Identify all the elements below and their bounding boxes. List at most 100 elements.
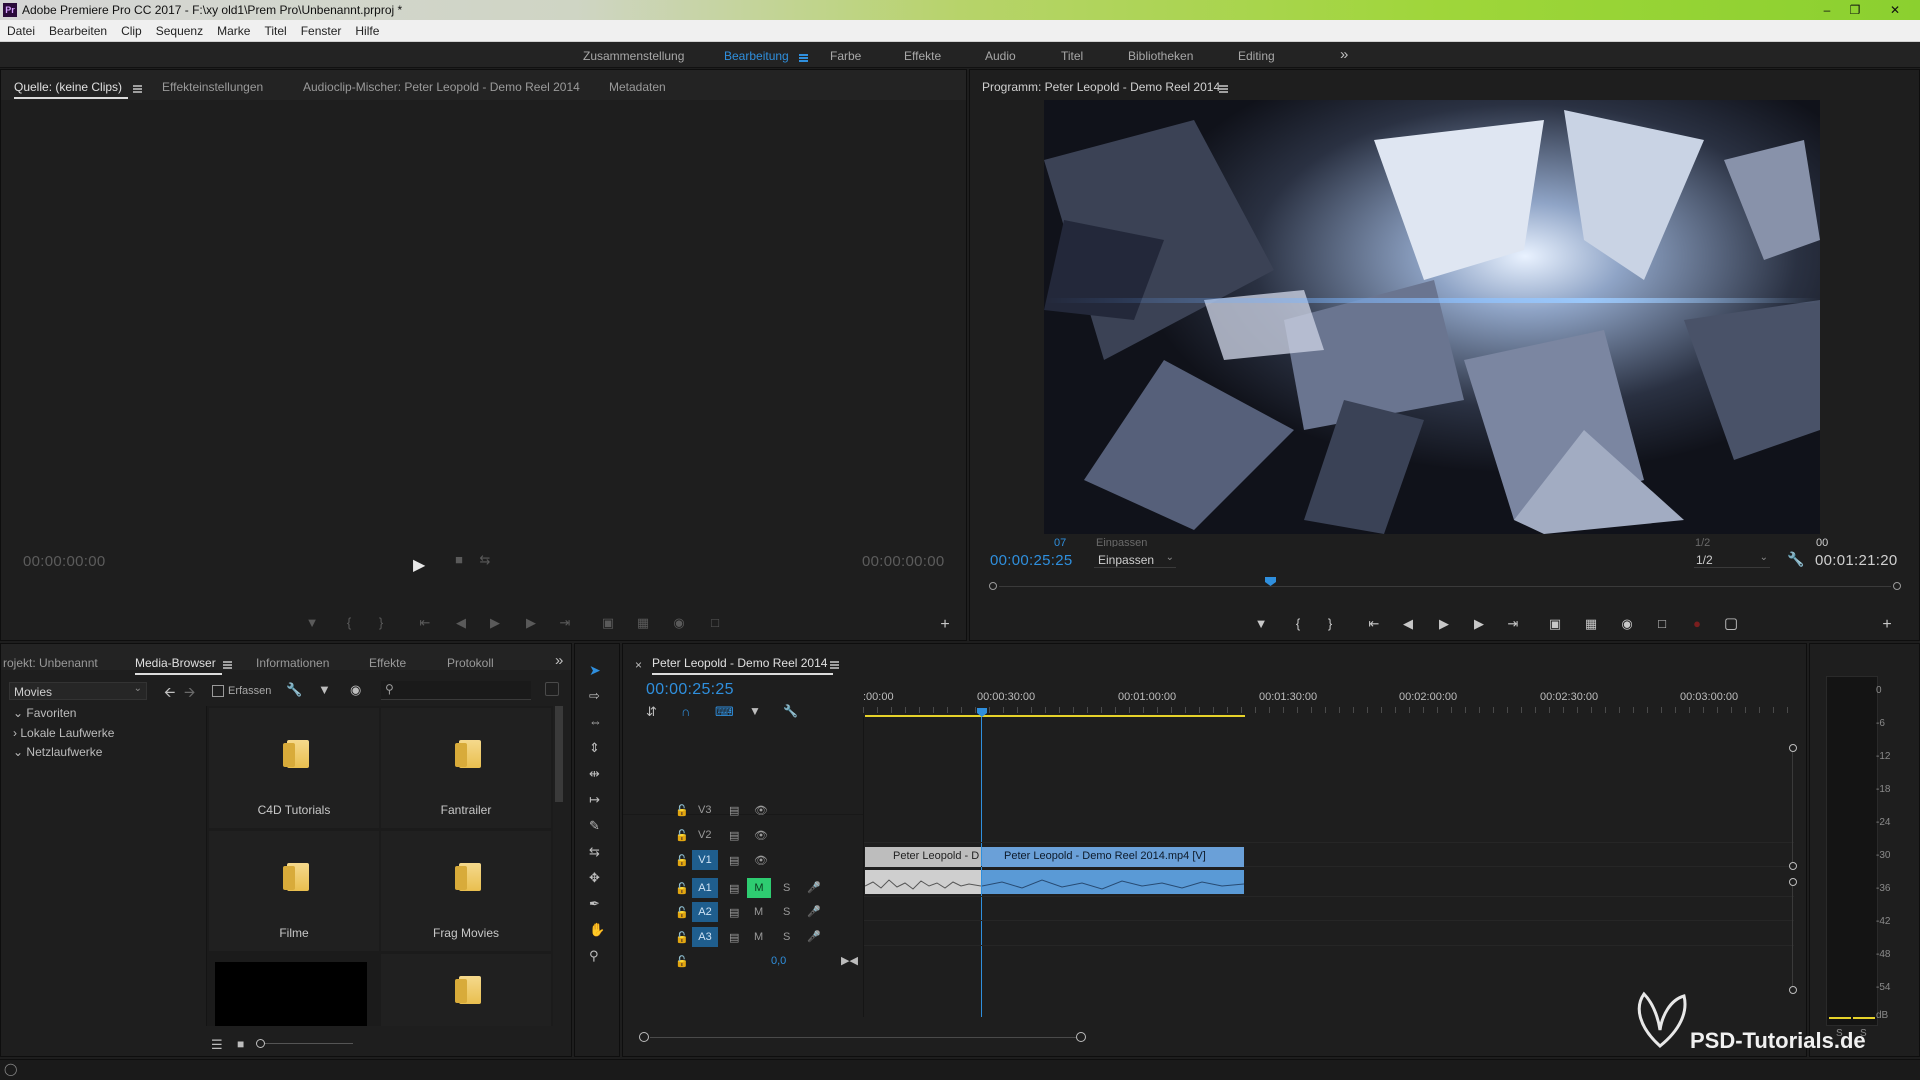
track-height-handle[interactable] — [1789, 986, 1797, 994]
program-step-forward-icon[interactable]: ▶ — [1469, 616, 1489, 632]
track-target-a2[interactable]: A2 — [692, 902, 718, 922]
selection-tool-icon[interactable]: ➤ — [589, 662, 601, 679]
timeline-zoom-handle-left[interactable] — [639, 1032, 649, 1042]
program-mark-in-icon[interactable]: { — [1288, 616, 1308, 631]
tab-source[interactable]: Quelle: (keine Clips) — [14, 80, 129, 99]
program-lift-icon[interactable]: ▣ — [1545, 616, 1565, 632]
minimize-icon[interactable]: – — [1816, 2, 1838, 18]
workspace-zusammenstellung[interactable]: Zusammenstellung — [583, 49, 684, 63]
video-clip-selected[interactable]: Peter Leopold - Demo Reel 2014.mp4 [V] — [982, 847, 1244, 867]
workspace-titel[interactable]: Titel — [1061, 49, 1083, 63]
program-playhead-marker[interactable] — [1265, 577, 1276, 586]
media-tile[interactable]: Filme — [209, 831, 379, 951]
source-go-to-in-icon[interactable]: ⇤ — [415, 615, 435, 631]
track-label-v3[interactable]: V3 — [698, 804, 711, 816]
lock-icon[interactable]: 🔓 — [675, 882, 689, 895]
source-play-icon[interactable]: ▶ — [485, 615, 505, 631]
source-overwrite-icon[interactable]: ▦ — [633, 615, 653, 631]
media-tile[interactable] — [381, 954, 551, 1026]
menu-datei[interactable]: Datei — [0, 20, 42, 38]
program-add-marker-icon[interactable]: ▼ — [1251, 616, 1271, 631]
source-mark-out-icon[interactable]: } — [371, 615, 391, 630]
lock-icon[interactable]: 🔓 — [675, 854, 689, 867]
microphone-icon[interactable]: 🎤 — [807, 905, 821, 918]
program-export-frame-icon[interactable]: ◉ — [1617, 616, 1637, 632]
workspace-bibliotheken[interactable]: Bibliotheken — [1128, 49, 1193, 63]
program-panel-title[interactable]: Programm: Peter Leopold - Demo Reel 2014 — [982, 80, 1220, 94]
program-resolution-dropdown[interactable]: 1/2 ⌄ — [1694, 551, 1770, 568]
slider-handle[interactable] — [256, 1039, 265, 1048]
move-tool-icon[interactable]: ✥ — [589, 870, 600, 886]
source-add-marker-icon[interactable]: ▼ — [302, 615, 322, 630]
track-label-v2[interactable]: V2 — [698, 829, 711, 841]
media-tile[interactable]: C4D Tutorials — [209, 708, 379, 828]
program-safe-margins-icon[interactable]: ▢ — [1721, 614, 1741, 632]
forward-arrow-icon[interactable]: 🡪 — [184, 682, 195, 706]
sync-lock-icon[interactable]: ▤ — [729, 854, 739, 867]
back-arrow-icon[interactable]: 🡨 — [164, 682, 175, 706]
menu-sequenz[interactable]: Sequenz — [149, 20, 210, 38]
filter-icon[interactable]: ▼ — [318, 682, 331, 697]
tab-effect-controls[interactable]: Effekteinstellungen — [162, 80, 263, 94]
lock-icon[interactable]: 🔓 — [675, 829, 689, 842]
track-height-handle[interactable] — [1789, 862, 1797, 870]
timeline-zoom-handle-right[interactable] — [1076, 1032, 1086, 1042]
workspace-bearbeitung[interactable]: Bearbeitung — [724, 49, 789, 63]
tab-project[interactable]: rojekt: Unbenannt — [3, 656, 98, 670]
thumbnail-size-slider[interactable] — [256, 1039, 353, 1048]
tab-metadata[interactable]: Metadaten — [609, 80, 666, 94]
add-marker-icon[interactable]: ▼ — [749, 704, 761, 718]
program-time-ruler[interactable] — [989, 577, 1903, 591]
program-add-button-icon[interactable]: + — [1877, 616, 1897, 634]
solo-button-a1[interactable]: S — [783, 882, 790, 894]
ripple-edit-tool-icon[interactable]: ⇔ — [589, 714, 602, 729]
slide-tool-icon[interactable]: ⇆ — [589, 844, 600, 860]
program-mark-out-icon[interactable]: } — [1320, 616, 1340, 631]
workspace-audio[interactable]: Audio — [985, 49, 1016, 63]
source-playhead-timecode[interactable]: 00:00:00:00 — [23, 553, 106, 570]
workspace-overflow-icon[interactable]: » — [1340, 46, 1348, 63]
source-tab-menu-icon[interactable] — [133, 81, 142, 95]
zoom-tool-icon[interactable]: ⚲ — [589, 948, 599, 964]
linked-selection-icon[interactable]: ⌨ — [715, 704, 734, 720]
track-target-a3[interactable]: A3 — [692, 927, 718, 947]
source-step-forward-icon[interactable]: ▶ — [521, 615, 541, 631]
workspace-menu-icon[interactable] — [799, 50, 808, 64]
menu-marke[interactable]: Marke — [210, 20, 257, 38]
timeline-playhead-line[interactable] — [981, 717, 982, 1017]
source-button-editor-icon[interactable]: □ — [705, 615, 725, 630]
track-target-a1[interactable]: A1 — [692, 878, 718, 898]
go-to-end-icon[interactable]: ▶◀ — [841, 954, 858, 967]
microphone-icon[interactable]: 🎤 — [807, 881, 821, 894]
snap-magnet-icon[interactable]: ∩ — [681, 704, 690, 719]
source-settings-icon[interactable]: ⇆ — [475, 552, 495, 568]
menu-titel[interactable]: Titel — [257, 20, 293, 38]
eye-icon[interactable]: 👁 — [754, 804, 768, 817]
icon-view-icon[interactable]: ■ — [237, 1037, 244, 1051]
microphone-icon[interactable]: 🎤 — [807, 930, 821, 943]
close-sequence-icon[interactable]: × — [635, 658, 642, 672]
source-add-button-icon[interactable]: + — [935, 616, 955, 634]
close-icon[interactable]: ✕ — [1884, 2, 1906, 18]
workspace-farbe[interactable]: Farbe — [830, 49, 861, 63]
menu-bearbeiten[interactable]: Bearbeiten — [42, 20, 114, 38]
maximize-icon[interactable]: ❐ — [1844, 2, 1866, 18]
source-fit-icon[interactable]: ■ — [449, 552, 469, 567]
slip-tool-icon[interactable]: ↦ — [589, 792, 600, 808]
sync-lock-icon[interactable]: ▤ — [729, 931, 739, 944]
ingest-settings-wrench-icon[interactable]: 🔧 — [286, 682, 302, 698]
solo-button-a2[interactable]: S — [783, 906, 790, 918]
location-dropdown[interactable]: Movies ⌄ — [9, 682, 147, 700]
program-record-icon[interactable]: ● — [1687, 616, 1707, 631]
track-target-v1[interactable]: V1 — [692, 850, 718, 870]
track-select-tool-icon[interactable]: ⇨ — [589, 688, 600, 704]
eye-icon[interactable]: 👁 — [754, 829, 768, 842]
timeline-ruler[interactable]: :00:00 00:00:30:00 00:01:00:00 00:01:30:… — [863, 691, 1793, 717]
tab-media-browser[interactable]: Media-Browser — [135, 656, 222, 675]
program-menu-icon[interactable] — [1219, 81, 1228, 95]
rate-stretch-tool-icon[interactable]: ⇹ — [589, 766, 600, 782]
hand-tool-icon[interactable]: ✋ — [589, 922, 605, 938]
ingest-checkbox[interactable] — [212, 685, 224, 697]
audio-clip-selected[interactable] — [982, 870, 1244, 894]
timeline-settings-wrench-icon[interactable]: 🔧 — [783, 704, 798, 718]
